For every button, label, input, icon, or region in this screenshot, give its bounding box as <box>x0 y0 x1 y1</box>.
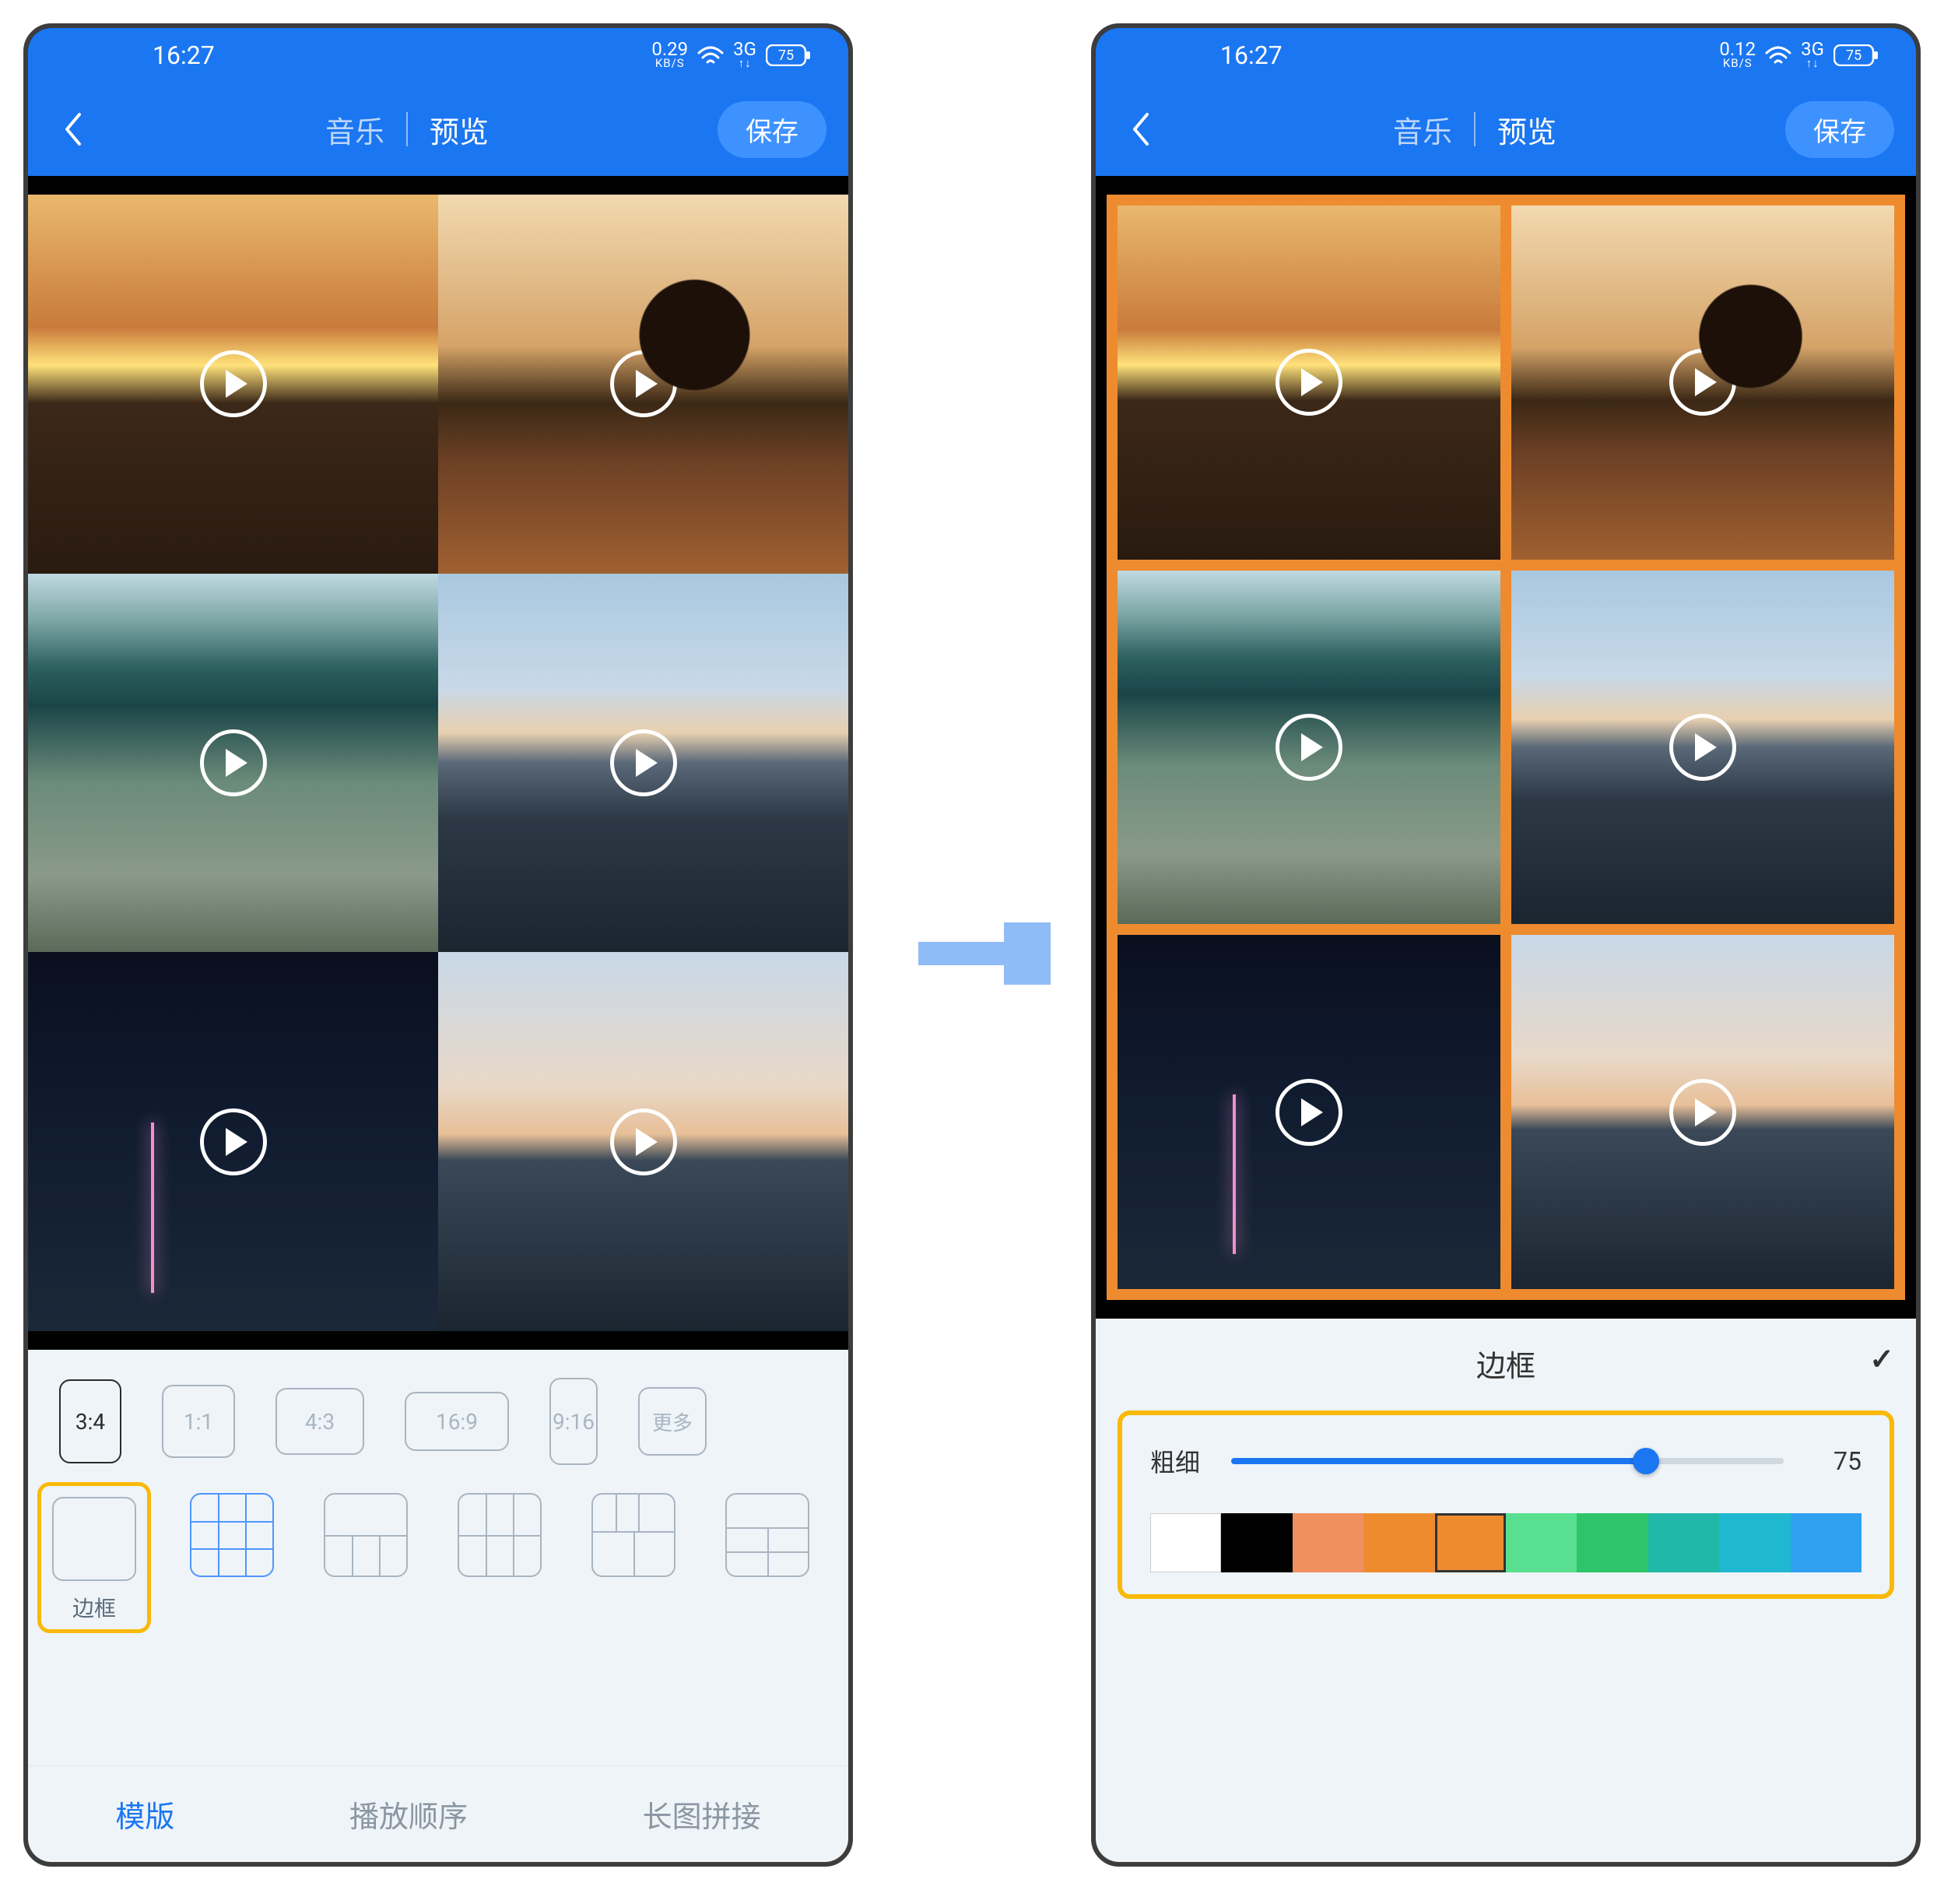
confirm-button[interactable]: ✓ <box>1869 1342 1894 1377</box>
separator <box>406 112 408 146</box>
border-controls: 粗细 75 <box>1118 1410 1894 1599</box>
thickness-slider[interactable] <box>1231 1458 1784 1464</box>
layout-border-label: 边框 <box>72 1592 116 1623</box>
play-icon <box>610 729 677 796</box>
thickness-value: 75 <box>1815 1446 1862 1476</box>
ratio-9-16[interactable]: 9:16 <box>549 1378 598 1465</box>
layout-grid-3x3[interactable] <box>190 1493 274 1577</box>
save-button[interactable]: 保存 <box>1785 101 1894 158</box>
play-icon <box>610 350 677 417</box>
play-icon <box>1669 349 1736 416</box>
slider-thumb[interactable] <box>1633 1448 1659 1474</box>
header: 音乐 预览 保存 <box>1096 83 1916 176</box>
video-cell[interactable] <box>28 574 438 953</box>
phone-right: 16:27 0.12KB/S 3G↑↓ 75 音乐 预览 保存 <box>1091 23 1921 1867</box>
color-swatch[interactable] <box>1506 1513 1577 1572</box>
color-swatch[interactable] <box>1791 1513 1862 1572</box>
layout-grid-d[interactable] <box>725 1493 809 1577</box>
video-cell[interactable] <box>1511 571 1894 925</box>
layout-grid-a[interactable] <box>324 1493 408 1577</box>
color-swatch[interactable] <box>1719 1513 1790 1572</box>
header-tab-music[interactable]: 音乐 <box>325 108 384 151</box>
video-cell[interactable] <box>1511 206 1894 560</box>
layout-border[interactable]: 边框 <box>37 1482 151 1633</box>
color-swatch[interactable] <box>1150 1513 1221 1572</box>
video-cell[interactable] <box>438 952 848 1331</box>
separator <box>1474 112 1476 146</box>
bottom-tabs: 模版 播放顺序 长图拼接 <box>28 1765 848 1862</box>
color-swatch[interactable] <box>1577 1513 1647 1572</box>
color-swatch[interactable] <box>1435 1513 1506 1572</box>
ratio-3-4[interactable]: 3:4 <box>59 1379 121 1463</box>
header-tab-preview[interactable]: 预览 <box>1497 108 1556 151</box>
phone-left: 16:27 0.29KB/S 3G↑↓ 75 音乐 预览 保存 <box>23 23 853 1867</box>
color-swatches <box>1150 1513 1862 1572</box>
video-canvas <box>1096 176 1916 1319</box>
ratio-16-9[interactable]: 16:9 <box>405 1392 509 1451</box>
video-cell[interactable] <box>1118 935 1500 1289</box>
status-time: 16:27 <box>153 40 215 70</box>
status-speed-unit: KB/S <box>1723 58 1753 69</box>
color-swatch[interactable] <box>1293 1513 1363 1572</box>
svg-text:75: 75 <box>1846 47 1862 64</box>
video-cell[interactable] <box>438 574 848 953</box>
video-cell[interactable] <box>1118 206 1500 560</box>
arrow-icon <box>918 919 1051 989</box>
video-canvas <box>28 176 848 1350</box>
play-icon <box>200 729 267 796</box>
ratio-more[interactable]: 更多 <box>638 1387 707 1456</box>
back-button[interactable] <box>50 106 96 153</box>
thickness-label: 粗细 <box>1150 1443 1200 1479</box>
video-cell[interactable] <box>28 195 438 574</box>
play-icon <box>200 350 267 417</box>
layout-grid-b[interactable] <box>458 1493 542 1577</box>
ratio-4-3[interactable]: 4:3 <box>275 1388 364 1455</box>
color-swatch[interactable] <box>1221 1513 1292 1572</box>
status-bar: 16:27 0.29KB/S 3G↑↓ 75 <box>28 28 848 83</box>
wifi-icon <box>1765 45 1791 65</box>
ratio-1-1[interactable]: 1:1 <box>162 1385 235 1458</box>
wifi-icon <box>697 45 724 65</box>
header-tab-preview[interactable]: 预览 <box>430 108 489 151</box>
video-cell[interactable] <box>1511 935 1894 1289</box>
play-icon <box>1669 1079 1736 1146</box>
svg-text:75: 75 <box>778 47 794 64</box>
play-icon <box>1669 714 1736 781</box>
status-time: 16:27 <box>1220 40 1283 70</box>
tab-long[interactable]: 长图拼接 <box>643 1793 761 1835</box>
battery-icon: 75 <box>1833 44 1879 66</box>
play-icon <box>1276 349 1342 416</box>
play-icon <box>1276 1079 1342 1146</box>
header: 音乐 预览 保存 <box>28 83 848 176</box>
save-button[interactable]: 保存 <box>718 101 826 158</box>
video-cell[interactable] <box>28 952 438 1331</box>
tab-template[interactable]: 模版 <box>115 1793 174 1835</box>
battery-icon: 75 <box>766 44 811 66</box>
play-icon <box>610 1108 677 1175</box>
color-swatch[interactable] <box>1648 1513 1719 1572</box>
layout-grid-c[interactable] <box>591 1493 675 1577</box>
template-panel: 3:4 1:1 4:3 16:9 9:16 更多 边框 <box>28 1350 848 1862</box>
border-panel: 边框 ✓ 粗细 75 <box>1096 1319 1916 1862</box>
color-swatch[interactable] <box>1363 1513 1434 1572</box>
tab-order[interactable]: 播放顺序 <box>349 1793 468 1835</box>
status-speed-unit: KB/S <box>655 58 685 69</box>
status-bar: 16:27 0.12KB/S 3G↑↓ 75 <box>1096 28 1916 83</box>
play-icon <box>1276 714 1342 781</box>
back-button[interactable] <box>1118 106 1164 153</box>
video-cell[interactable] <box>1118 571 1500 925</box>
play-icon <box>200 1108 267 1175</box>
video-cell[interactable] <box>438 195 848 574</box>
header-tab-music[interactable]: 音乐 <box>1393 108 1452 151</box>
border-panel-title: 边框 <box>1476 1342 1535 1385</box>
